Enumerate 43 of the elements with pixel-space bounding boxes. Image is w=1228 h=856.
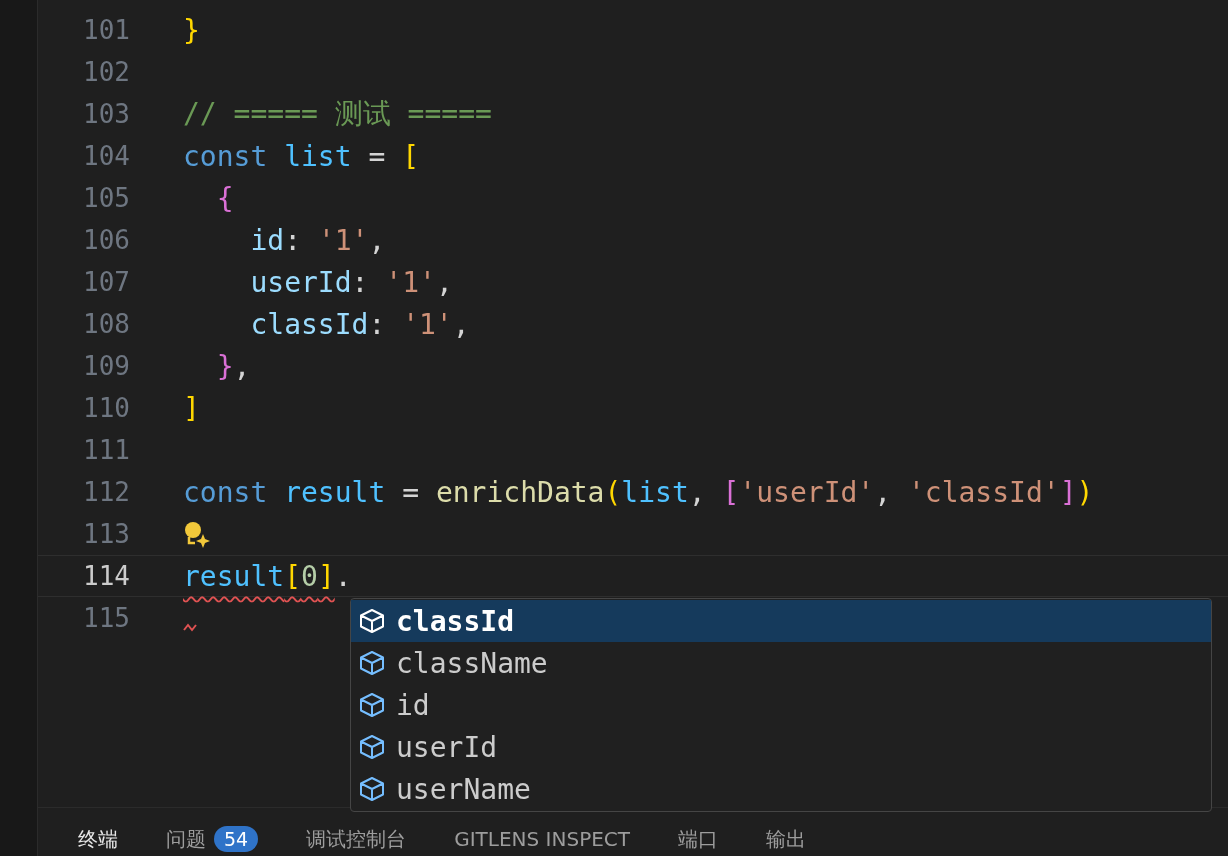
line-number: 104 [82,141,130,171]
line-number: 106 [82,225,130,255]
panel-tab[interactable]: 调试控制台 [306,825,407,853]
line-number: 103 [82,99,130,129]
code-line: id: '1', [249,223,386,257]
panel-tab[interactable]: GITLENS INSPECT [454,827,631,851]
line-number: 115 [82,603,130,633]
suggestion-item[interactable]: classId [351,600,1211,642]
suggestion-item[interactable]: className [351,642,1211,684]
count-badge: 54 [214,826,259,852]
line-number: 114 [82,561,130,591]
code-line: const list = [ [183,139,420,173]
panel-tab[interactable]: 输出 [766,825,807,853]
panel-tab[interactable]: 端口 [678,825,719,853]
code-line: } [183,13,200,47]
suggestion-item[interactable]: userName [351,768,1211,810]
line-number: 112 [82,477,130,507]
code-line: ] [183,391,200,425]
code-line: userId: '1', [249,265,453,299]
code-line: result[0]. [183,559,352,593]
property-cube-icon [358,691,386,719]
panel-tab[interactable]: 终端 [78,825,118,853]
property-cube-icon [358,733,386,761]
code-line: classId: '1', [249,307,470,341]
code-line: // ===== 测试 ===== [183,96,492,132]
property-cube-icon [358,649,386,677]
line-number: 110 [82,393,130,423]
line-number: 107 [82,267,130,297]
line-number: 102 [82,57,130,87]
line-number: 101 [82,15,130,45]
code-line: }, [215,349,251,383]
code-line: { [215,181,234,215]
line-number: 108 [82,309,130,339]
line-number: 111 [82,435,130,465]
line-number: 109 [82,351,130,381]
panel-tab[interactable]: 问题 [166,825,206,853]
suggestion-item[interactable]: userId [351,726,1211,768]
suggestion-item[interactable]: id [351,684,1211,726]
code-line: const result = enrichData(list, ['userId', 'classId']) [183,475,1094,509]
line-number: 105 [82,183,130,213]
property-cube-icon [358,775,386,803]
property-cube-icon [358,607,386,635]
line-number: 113 [82,519,130,549]
